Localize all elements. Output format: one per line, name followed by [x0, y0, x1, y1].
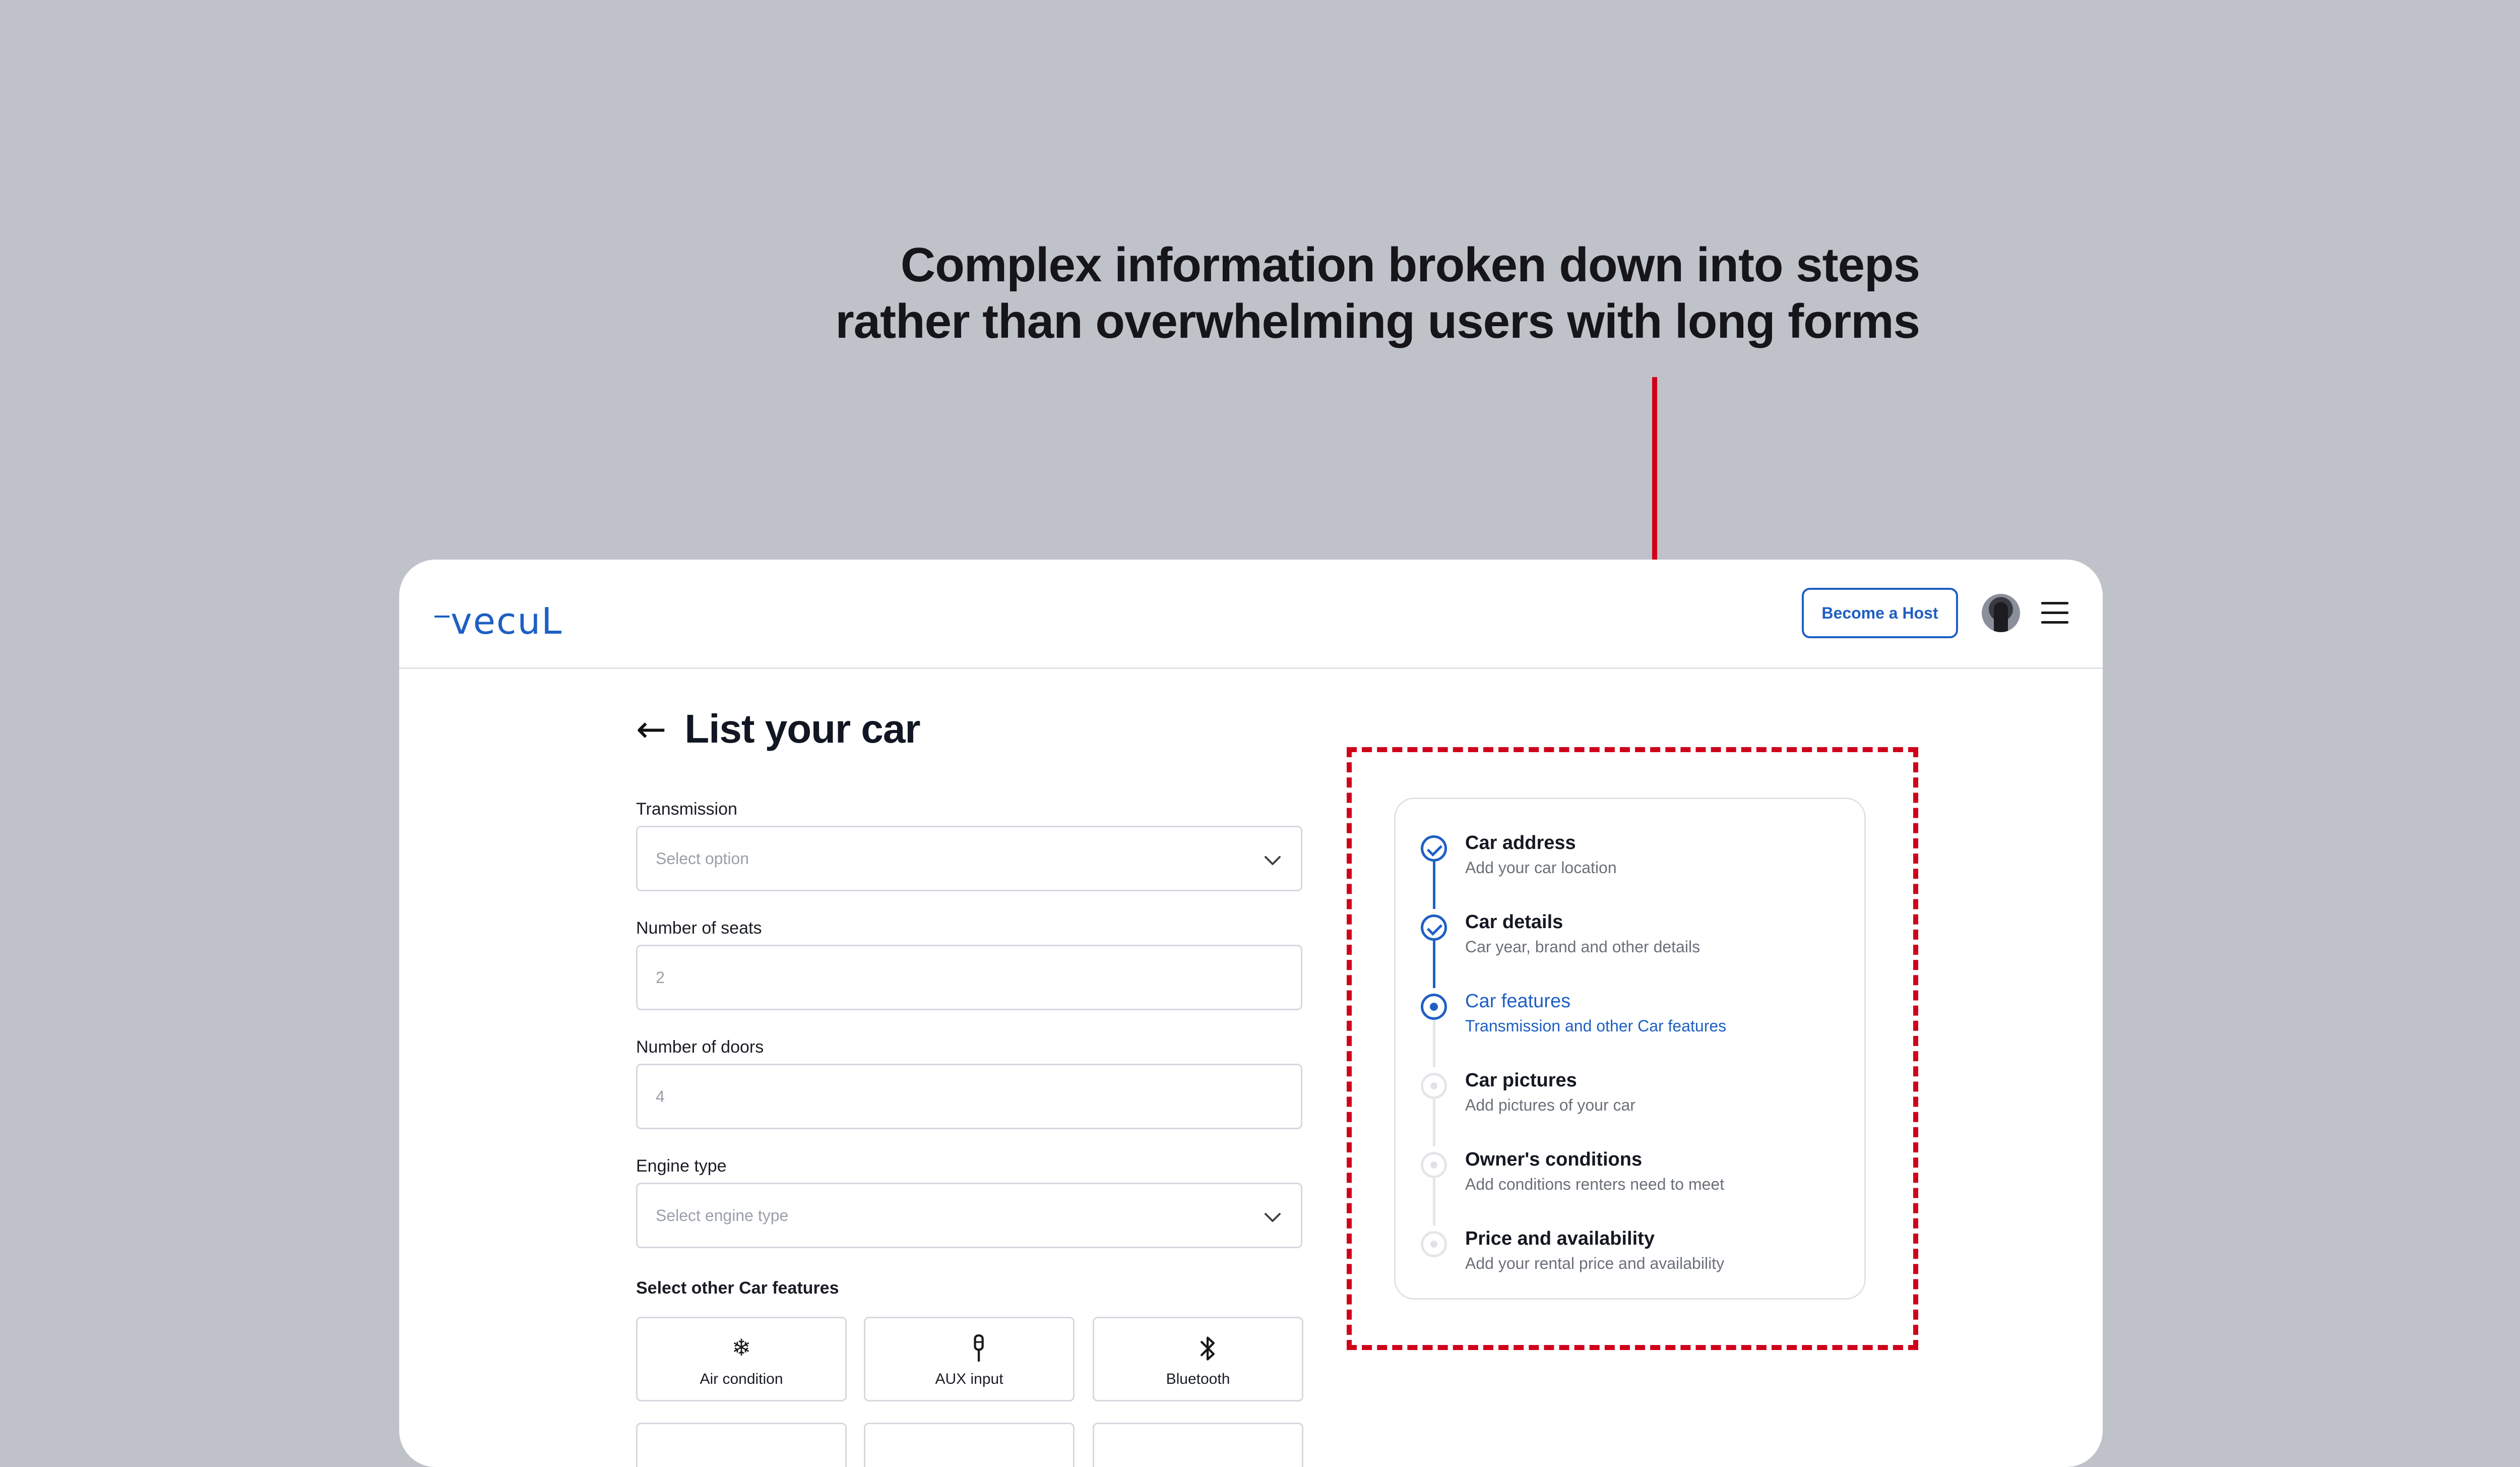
- feature-label: AUX input: [935, 1371, 1003, 1387]
- step-name: Car pictures: [1465, 1070, 1577, 1091]
- step-description: Add your car location: [1465, 859, 1617, 877]
- hamburger-menu-icon[interactable]: [2041, 602, 2068, 624]
- feature-air-condition[interactable]: ❄ Air condition: [636, 1317, 847, 1401]
- annotation-line-2: rather than overwhelming users with long…: [835, 294, 1920, 348]
- step-description: Add your rental price and availability: [1465, 1254, 1725, 1272]
- logo-text: vecuL: [451, 600, 563, 642]
- chevron-down-icon: [1265, 856, 1281, 865]
- step-name: Owner's conditions: [1465, 1149, 1643, 1170]
- seats-input[interactable]: 2: [636, 945, 1302, 1010]
- step-description: Transmission and other Car features: [1465, 1017, 1727, 1035]
- feature-bluetooth[interactable]: Bluetooth: [1093, 1317, 1303, 1401]
- transmission-select[interactable]: Select option: [636, 826, 1302, 891]
- page-header: ← List your car: [636, 706, 920, 752]
- step-description: Add conditions renters need to meet: [1465, 1175, 1725, 1193]
- feature-aux-input[interactable]: AUX input: [864, 1317, 1075, 1401]
- doors-placeholder: 4: [656, 1087, 665, 1106]
- step-pending-dot-icon: [1421, 1231, 1447, 1257]
- top-navbar: vecuL Become a Host: [399, 560, 2103, 669]
- step-complete-check-icon: [1421, 914, 1447, 941]
- aux-plug-icon: [974, 1334, 984, 1362]
- feature-card-placeholder[interactable]: [864, 1423, 1075, 1467]
- step-car-details[interactable]: Car details Car year, brand and other de…: [1396, 904, 1864, 965]
- step-car-address[interactable]: Car address Add your car location: [1396, 825, 1864, 886]
- step-description: Add pictures of your car: [1465, 1096, 1635, 1114]
- step-pending-dot-icon: [1421, 1073, 1447, 1099]
- bluetooth-icon: [1201, 1336, 1215, 1361]
- vecul-logo[interactable]: vecuL: [434, 600, 562, 642]
- step-name: Car address: [1465, 832, 1576, 853]
- step-car-features[interactable]: Car features Transmission and other Car …: [1396, 984, 1864, 1044]
- seats-placeholder: 2: [656, 968, 665, 987]
- progress-stepper: Car address Add your car location Car de…: [1394, 798, 1866, 1300]
- step-name: Price and availability: [1465, 1228, 1655, 1249]
- features-label: Select other Car features: [636, 1278, 839, 1298]
- transmission-label: Transmission: [636, 800, 737, 819]
- page-title: List your car: [684, 706, 920, 751]
- chevron-down-icon: [1265, 1213, 1281, 1222]
- step-name: Car features: [1465, 991, 1571, 1012]
- annotation-line-1: Complex information broken down into ste…: [900, 238, 1920, 292]
- doors-label: Number of doors: [636, 1037, 764, 1057]
- step-description: Car year, brand and other details: [1465, 938, 1700, 956]
- seats-label: Number of seats: [636, 919, 762, 938]
- user-avatar[interactable]: [1982, 594, 2020, 632]
- back-arrow-icon[interactable]: ←: [636, 711, 666, 747]
- engine-select[interactable]: Select engine type: [636, 1183, 1302, 1248]
- feature-label: Air condition: [700, 1371, 783, 1387]
- step-active-dot-icon: [1421, 994, 1447, 1020]
- become-host-button[interactable]: Become a Host: [1802, 588, 1958, 638]
- doors-input[interactable]: 4: [636, 1064, 1302, 1129]
- feature-card-placeholder[interactable]: [636, 1423, 847, 1467]
- step-owners-conditions[interactable]: Owner's conditions Add conditions renter…: [1396, 1142, 1864, 1202]
- step-price-availability[interactable]: Price and availability Add your rental p…: [1396, 1221, 1864, 1281]
- engine-placeholder: Select engine type: [656, 1206, 789, 1225]
- step-pending-dot-icon: [1421, 1152, 1447, 1178]
- step-car-pictures[interactable]: Car pictures Add pictures of your car: [1396, 1063, 1864, 1123]
- engine-label: Engine type: [636, 1156, 727, 1176]
- feature-label: Bluetooth: [1166, 1371, 1230, 1387]
- step-complete-check-icon: [1421, 835, 1447, 862]
- snowflake-icon: ❄: [731, 1334, 751, 1361]
- step-name: Car details: [1465, 911, 1563, 933]
- feature-card-placeholder[interactable]: [1093, 1423, 1303, 1467]
- transmission-placeholder: Select option: [656, 849, 749, 868]
- annotation-headline: Complex information broken down into ste…: [811, 237, 1920, 350]
